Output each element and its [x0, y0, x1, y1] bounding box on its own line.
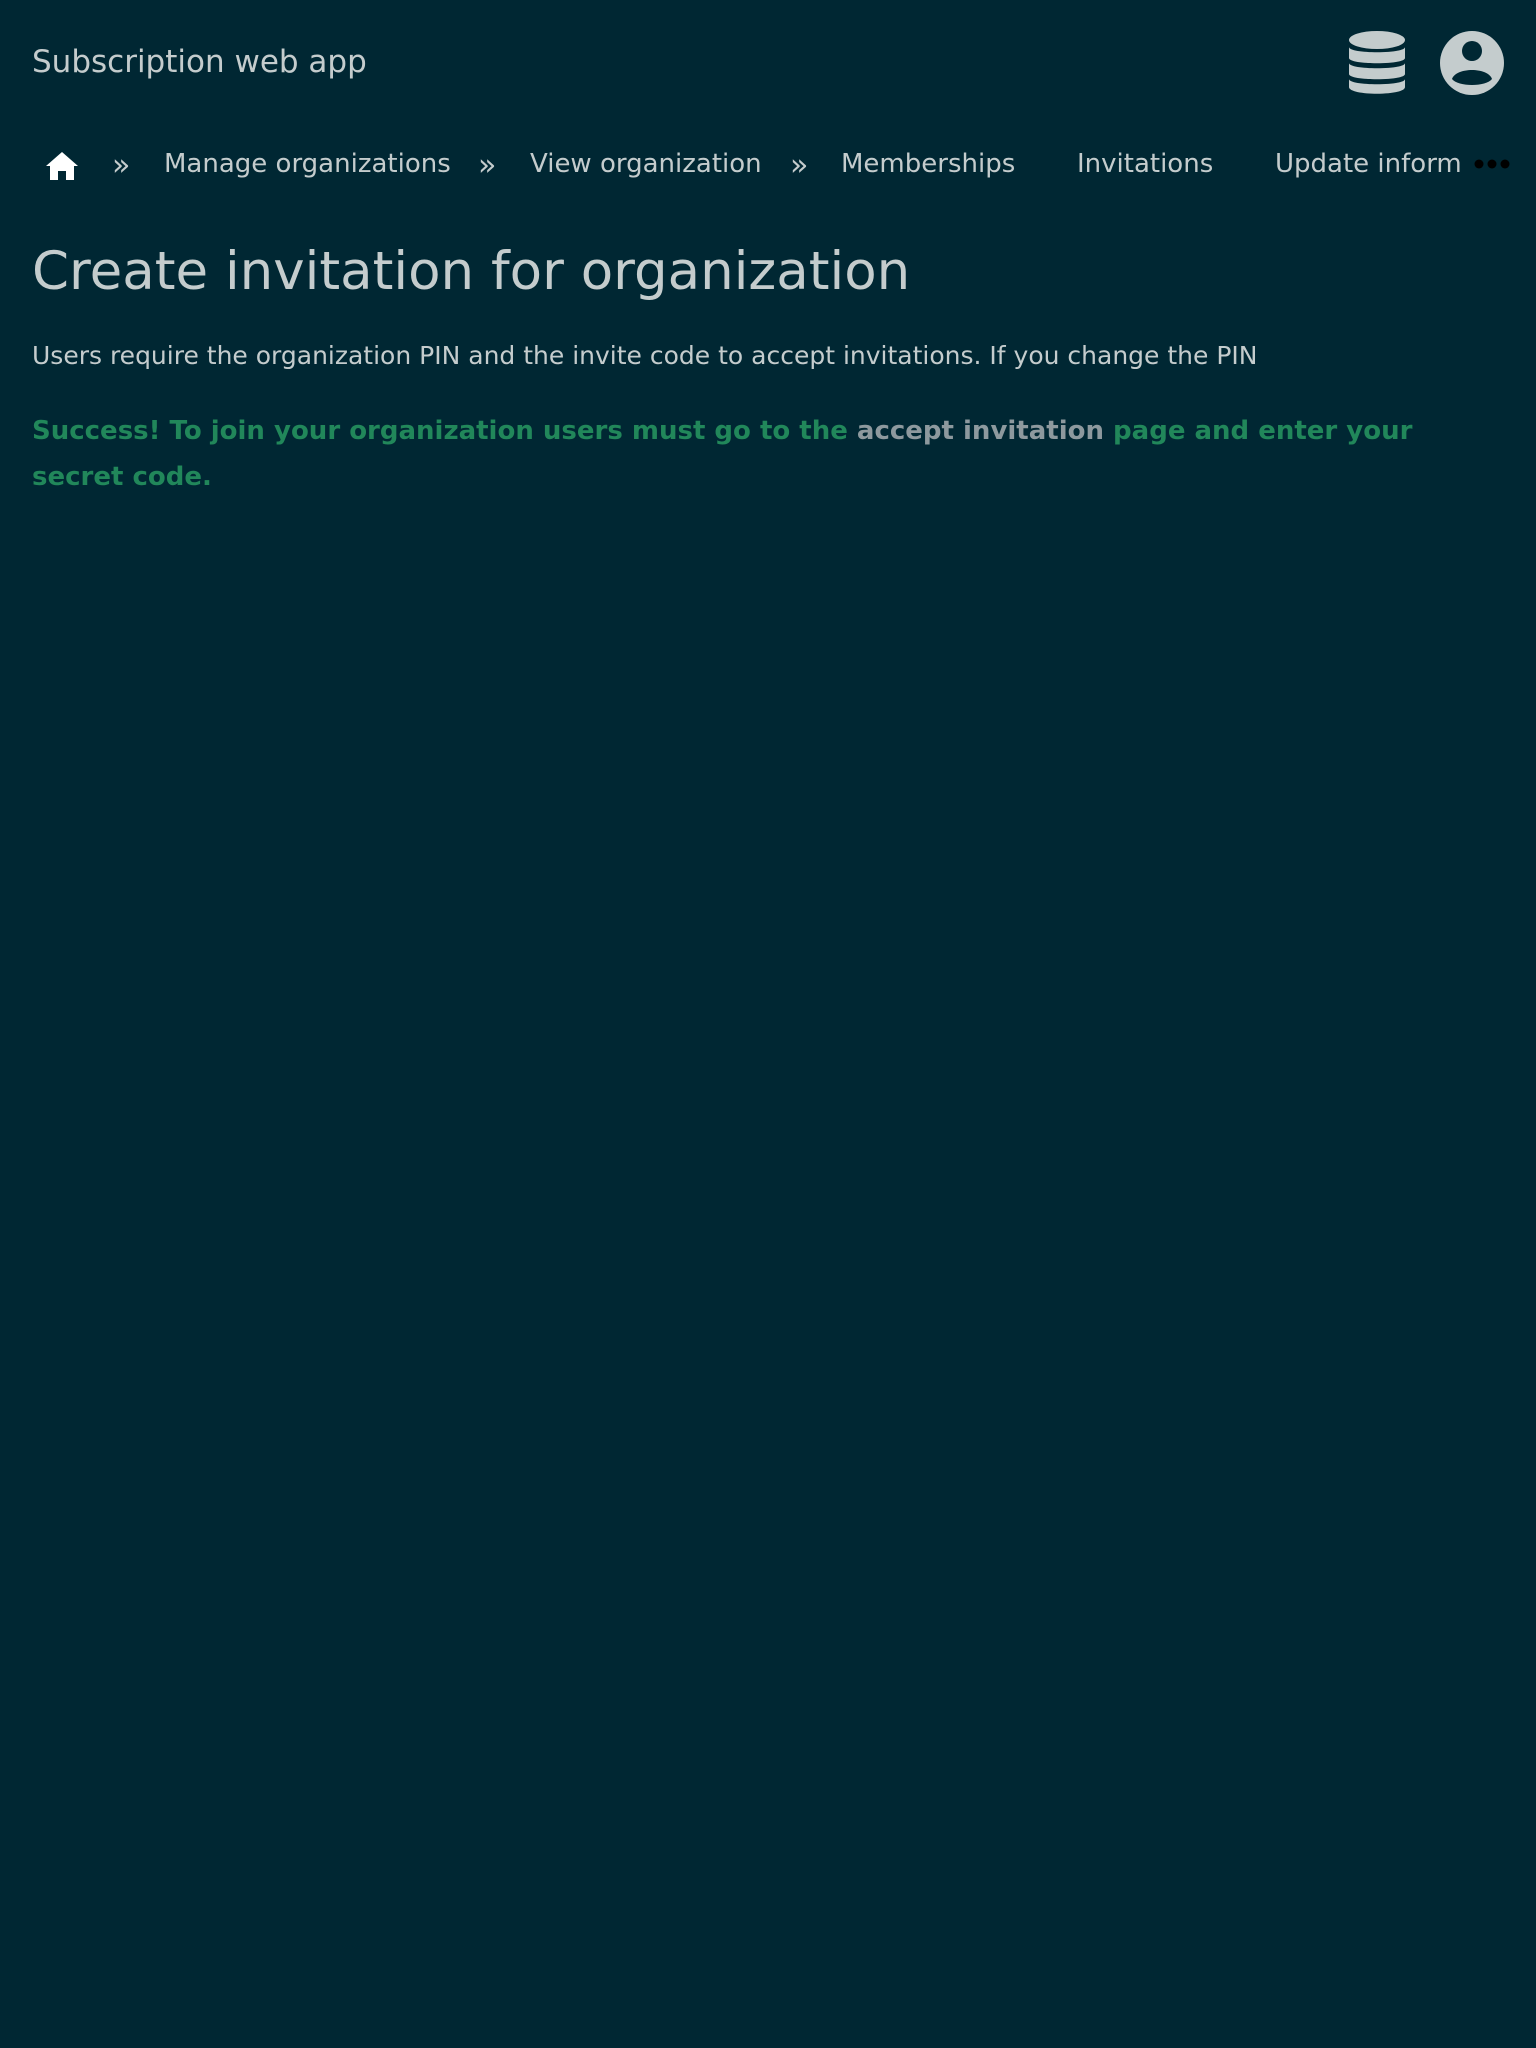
page-title: Create invitation for organization: [32, 241, 911, 302]
breadcrumb-view-organization[interactable]: View organization: [530, 142, 762, 186]
breadcrumb-manage-organizations[interactable]: Manage organizations: [164, 142, 451, 186]
nav-memberships[interactable]: Memberships: [841, 142, 1015, 186]
breadcrumb-separator: »: [790, 148, 809, 183]
home-icon[interactable]: [45, 150, 79, 182]
nav-invitations[interactable]: Invitations: [1077, 142, 1213, 186]
database-icon[interactable]: [1343, 30, 1411, 96]
breadcrumb: » Manage organizations » View organizati…: [32, 142, 1520, 186]
ellipsis-icon[interactable]: [1474, 155, 1510, 173]
user-account-icon[interactable]: [1438, 30, 1506, 96]
success-message: Success! To join your organization users…: [32, 408, 1512, 500]
accept-invitation-link[interactable]: accept invitation: [857, 416, 1104, 446]
invitation-description: Users require the organization PIN and t…: [32, 341, 1258, 370]
app-header: Subscription web app: [0, 0, 1536, 126]
app-title[interactable]: Subscription web app: [32, 40, 367, 84]
breadcrumb-separator: »: [112, 148, 131, 183]
breadcrumb-separator: »: [478, 148, 497, 183]
success-message-start: Success! To join your organization users…: [32, 416, 857, 446]
nav-update-information[interactable]: Update inform: [1275, 142, 1462, 186]
